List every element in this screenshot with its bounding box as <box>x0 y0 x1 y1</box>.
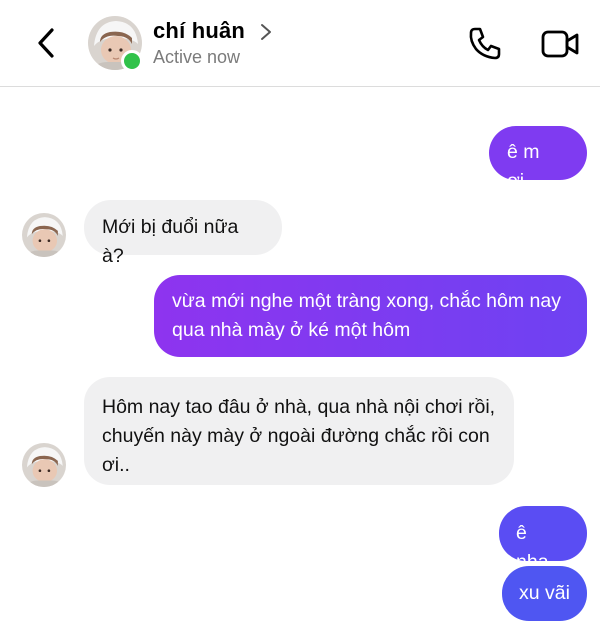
chevron-right-icon[interactable] <box>259 22 273 42</box>
message-bubble-incoming[interactable]: Hôm nay tao đâu ở nhà, qua nhà nội chơi … <box>84 377 514 485</box>
message-text: Hôm nay tao đâu ở nhà, qua nhà nội chơi … <box>102 396 496 476</box>
message-bubble-outgoing[interactable]: xu vãi <box>502 566 587 621</box>
message-text: Mới bị đuổi nữa à? <box>102 216 239 267</box>
message-text: ê m ơi.. <box>507 141 540 192</box>
message-bubble-outgoing[interactable]: ê m ơi.. <box>489 126 587 192</box>
back-arrow-icon[interactable] <box>30 25 64 61</box>
message-bubble-outgoing[interactable]: ê nha. <box>499 506 587 573</box>
phone-icon[interactable] <box>468 26 502 60</box>
active-status: Active now <box>153 47 241 67</box>
contact-name[interactable]: chí huân <box>153 18 245 44</box>
contact-avatar-small[interactable] <box>22 443 66 487</box>
contact-avatar-small[interactable] <box>22 213 66 257</box>
online-status-dot <box>121 50 143 72</box>
video-camera-icon[interactable] <box>540 28 580 60</box>
message-bubble-outgoing[interactable]: vừa mới nghe một tràng xong, chắc hôm na… <box>154 275 587 357</box>
message-text: vừa mới nghe một tràng xong, chắc hôm na… <box>172 290 561 341</box>
message-text: xu vãi <box>519 582 570 604</box>
message-bubble-incoming[interactable]: Mới bị đuổi nữa à? <box>84 200 282 267</box>
chat-header: chí huân Active now <box>0 0 600 87</box>
